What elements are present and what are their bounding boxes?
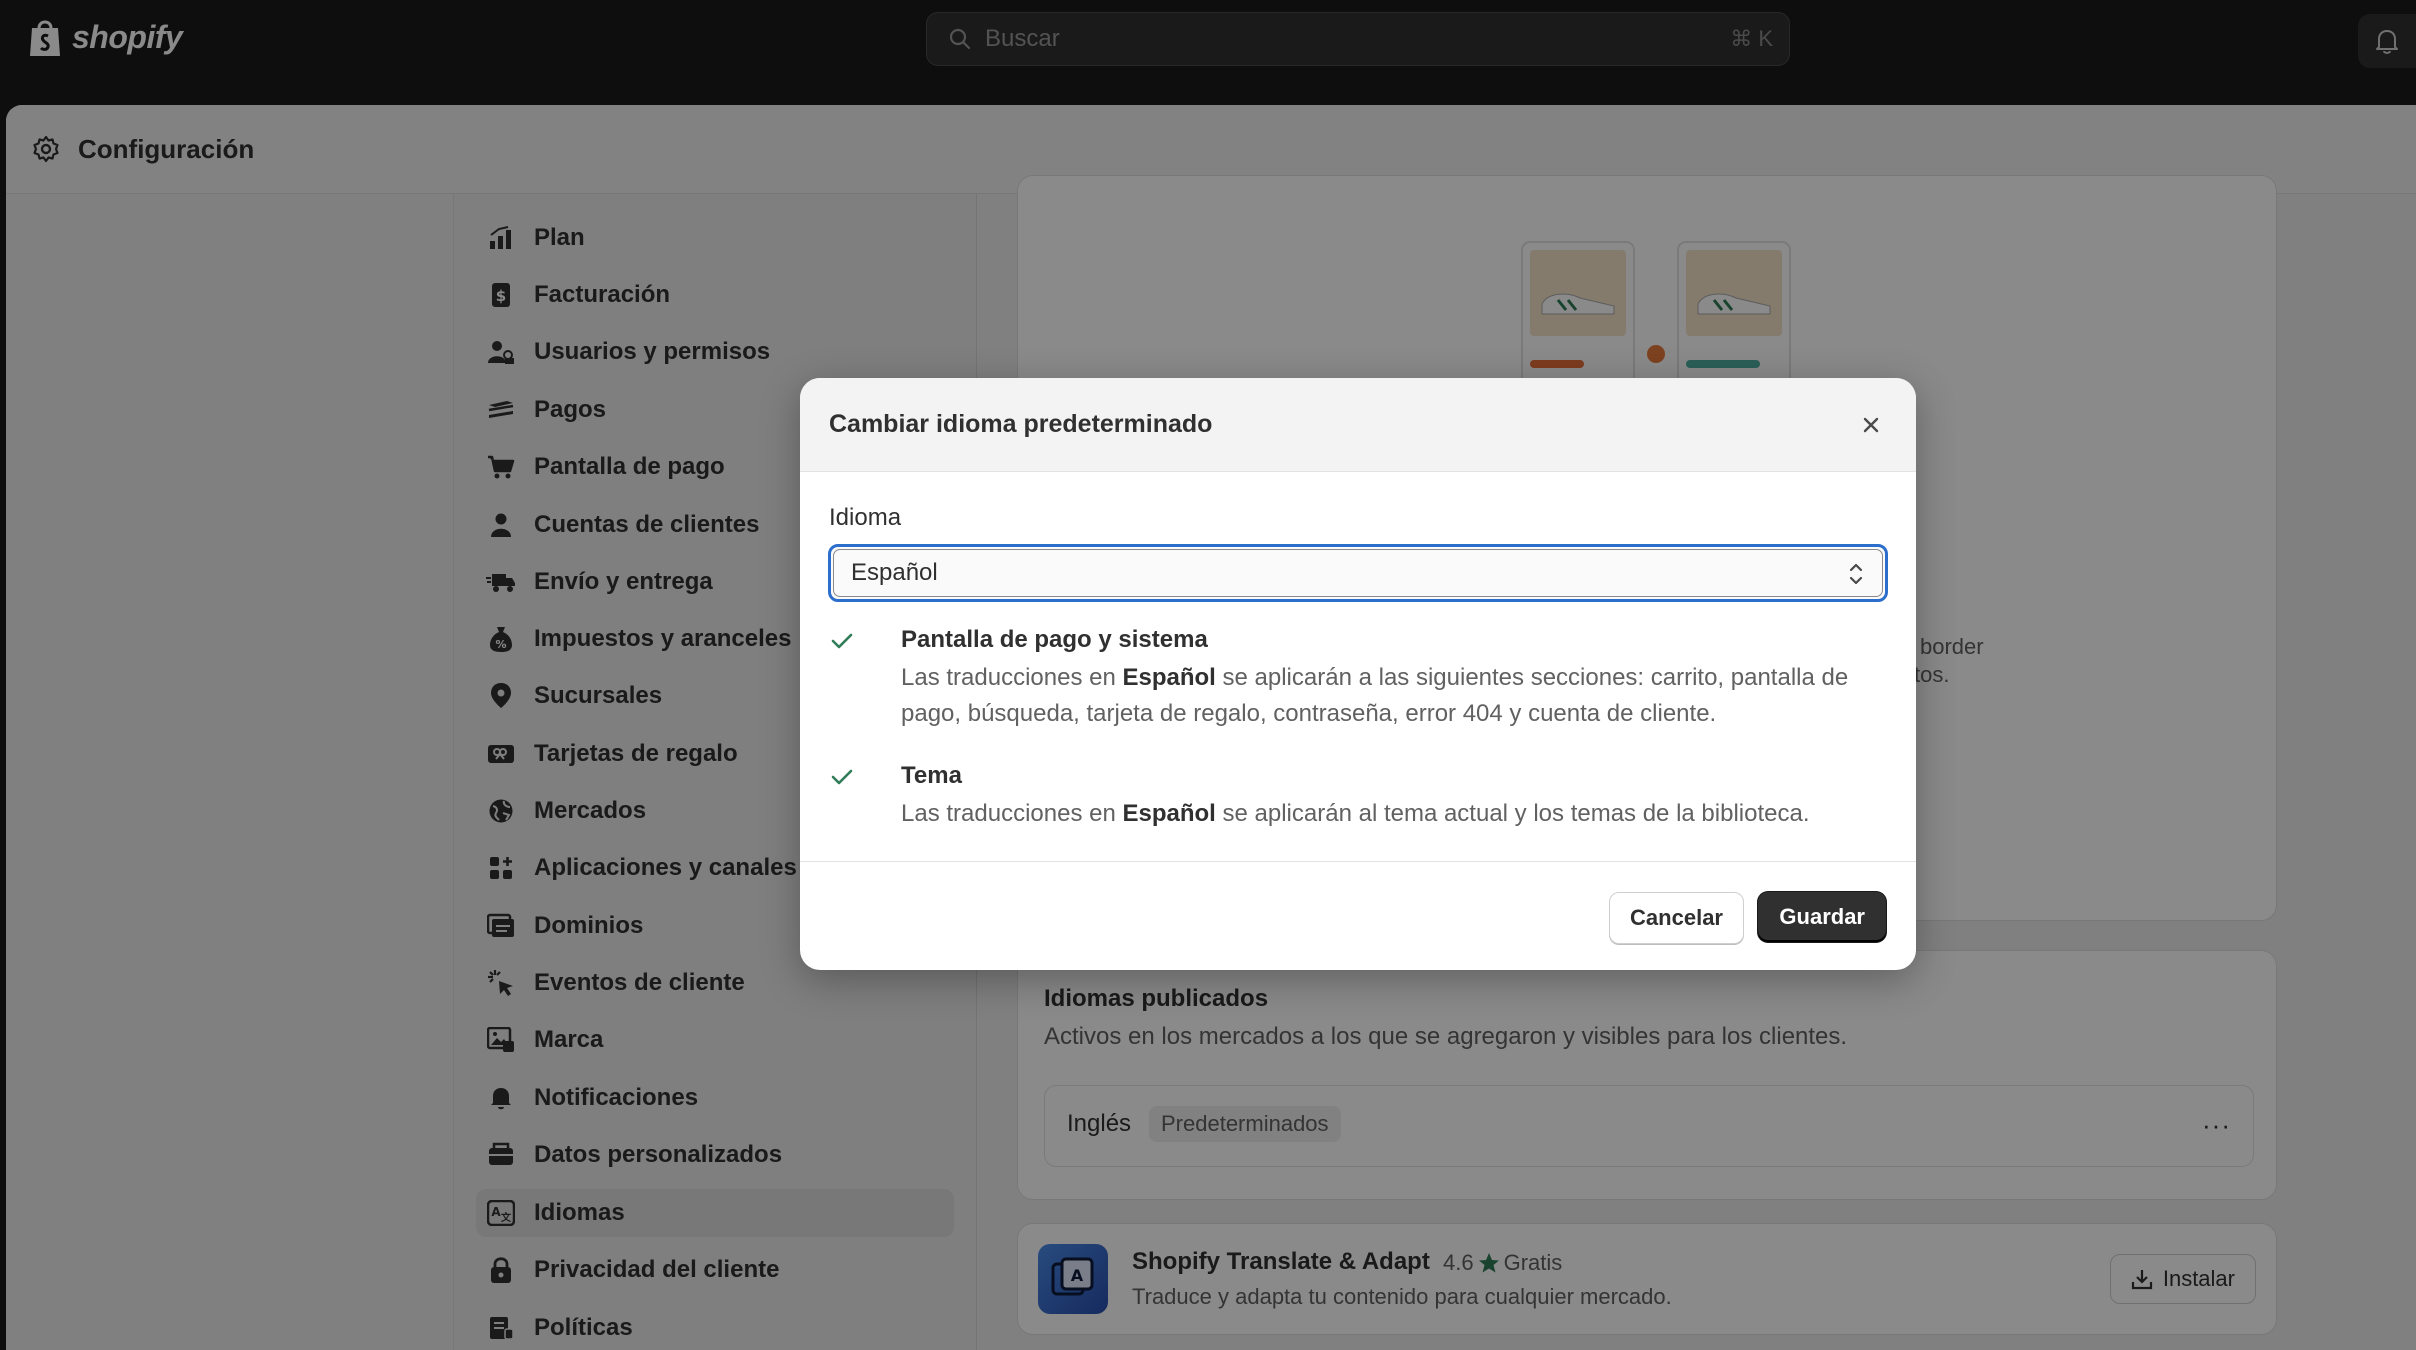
- dialog-header: Cambiar idioma predeterminado: [800, 378, 1916, 472]
- checkmark-icon: [831, 633, 853, 649]
- checkmark-icon: [831, 769, 853, 785]
- language-field-label: Idioma: [829, 504, 902, 531]
- close-button[interactable]: [1856, 410, 1886, 440]
- change-default-language-dialog: Cambiar idioma predeterminado Idioma Esp…: [800, 378, 1916, 970]
- section-title: Tema: [901, 762, 962, 789]
- section-title: Pantalla de pago y sistema: [901, 626, 1208, 653]
- language-highlight: Español: [1122, 664, 1216, 691]
- text-segment: Las traducciones en: [901, 800, 1123, 827]
- dialog-footer: Cancelar Guardar: [800, 861, 1916, 970]
- cancel-button[interactable]: Cancelar: [1609, 892, 1744, 944]
- section-description: Las traducciones en Español se aplicarán…: [901, 796, 1901, 832]
- language-highlight: Español: [1122, 800, 1216, 827]
- save-button[interactable]: Guardar: [1758, 892, 1886, 942]
- language-select[interactable]: Español: [828, 544, 1888, 602]
- text-segment: Las traducciones en: [901, 664, 1123, 691]
- chevron-up-down-icon: [1849, 563, 1863, 585]
- select-border: [833, 549, 1883, 597]
- dialog-title: Cambiar idioma predeterminado: [829, 410, 1213, 438]
- section-description: Las traducciones en Español se aplicarán…: [901, 660, 1901, 732]
- text-segment: se aplicarán al tema actual y los temas …: [1215, 800, 1810, 827]
- close-icon: [1863, 417, 1879, 433]
- selected-language: Español: [851, 559, 938, 586]
